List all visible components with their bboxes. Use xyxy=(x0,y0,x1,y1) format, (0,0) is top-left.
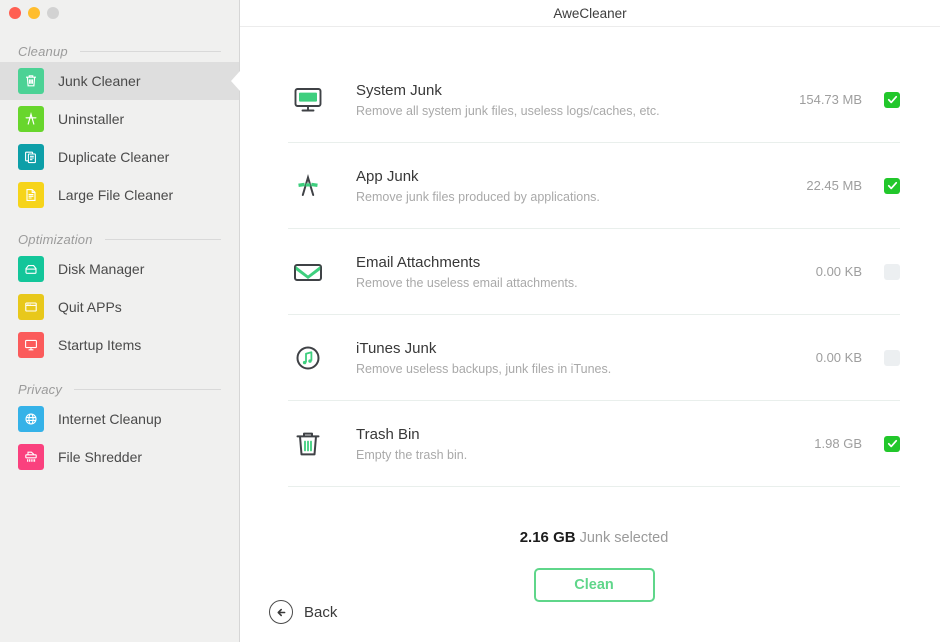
sidebar-item-label: Duplicate Cleaner xyxy=(58,149,170,165)
sidebar-item-uninstaller[interactable]: Uninstaller xyxy=(0,100,239,138)
section-label: Cleanup xyxy=(18,43,68,59)
sidebar-item-internet-cleanup[interactable]: Internet Cleanup xyxy=(0,400,239,438)
trash-icon xyxy=(18,68,44,94)
row-checkbox[interactable] xyxy=(884,91,900,108)
zoom-button[interactable] xyxy=(47,7,59,19)
table-row[interactable]: Trash Bin Empty the trash bin. 1.98 GB xyxy=(288,401,900,487)
row-title: Email Attachments xyxy=(356,253,481,271)
table-row[interactable]: System Junk Remove all system junk files… xyxy=(288,57,900,143)
divider xyxy=(104,238,221,240)
envelope-icon xyxy=(288,255,328,289)
table-row[interactable]: iTunes Junk Remove useless backups, junk… xyxy=(288,315,900,401)
row-text: Trash Bin Empty the trash bin. xyxy=(356,426,814,462)
arrow-left-icon xyxy=(269,600,293,624)
window-icon xyxy=(18,294,44,320)
sidebar-item-large-file-cleaner[interactable]: Large File Cleaner xyxy=(0,176,239,214)
row-description: Remove junk files produced by applicatio… xyxy=(356,189,600,204)
sidebar-item-label: Junk Cleaner xyxy=(58,73,141,89)
app-title: AweCleaner xyxy=(553,5,627,21)
sidebar-item-disk-manager[interactable]: Disk Manager xyxy=(0,250,239,288)
sidebar-item-label: File Shredder xyxy=(58,449,143,465)
summary-amount: 2.16 GB xyxy=(519,529,576,546)
sidebar-item-label: Internet Cleanup xyxy=(58,411,162,427)
row-size: 154.73 MB xyxy=(799,92,862,107)
divider xyxy=(74,388,221,390)
row-description: Remove all system junk files, useless lo… xyxy=(356,103,660,118)
clean-button-wrap: Clean xyxy=(288,568,900,602)
back-label: Back xyxy=(304,603,338,621)
row-size: 0.00 KB xyxy=(815,350,862,365)
sidebar-item-label: Large File Cleaner xyxy=(58,187,174,203)
sidebar-section-optimization: Optimization xyxy=(18,228,221,250)
minimize-button[interactable] xyxy=(28,7,40,19)
row-checkbox[interactable] xyxy=(884,263,900,280)
junk-list: System Junk Remove all system junk files… xyxy=(240,27,940,602)
clean-button[interactable]: Clean xyxy=(533,568,655,602)
music-note-circle-icon xyxy=(288,341,328,375)
divider xyxy=(79,50,221,52)
row-title: Trash Bin xyxy=(356,425,420,443)
documents-icon xyxy=(18,144,44,170)
row-size: 22.45 MB xyxy=(806,178,862,193)
sidebar-section-cleanup: Cleanup xyxy=(18,40,221,62)
app-store-brushes-icon xyxy=(288,169,328,203)
traffic-lights xyxy=(9,7,59,19)
sidebar-item-junk-cleaner[interactable]: Junk Cleaner xyxy=(0,62,240,100)
row-title: iTunes Junk xyxy=(356,339,437,357)
section-label: Privacy xyxy=(18,381,63,397)
row-size: 1.98 GB xyxy=(814,436,862,451)
row-checkbox[interactable] xyxy=(884,435,900,452)
row-size: 0.00 KB xyxy=(815,264,862,279)
trash-bin-icon xyxy=(288,427,328,461)
row-description: Empty the trash bin. xyxy=(356,447,468,462)
row-text: System Junk Remove all system junk files… xyxy=(356,82,799,118)
row-checkbox[interactable] xyxy=(884,177,900,194)
file-icon xyxy=(18,182,44,208)
sidebar-item-file-shredder[interactable]: File Shredder xyxy=(0,438,239,476)
summary-text: Junk selected xyxy=(575,530,669,546)
sidebar-item-quit-apps[interactable]: Quit APPs xyxy=(0,288,239,326)
row-description: Remove the useless email attachments. xyxy=(356,275,578,290)
app-store-icon xyxy=(18,106,44,132)
sidebar-item-label: Startup Items xyxy=(58,337,142,353)
sidebar-item-label: Uninstaller xyxy=(58,111,125,127)
row-title: System Junk xyxy=(356,81,442,99)
sidebar: Cleanup Junk Cleaner Uninstaller Duplica… xyxy=(0,0,240,642)
junk-summary: 2.16 GB Junk selected xyxy=(288,529,900,546)
active-indicator xyxy=(231,71,240,91)
monitor-screen-icon xyxy=(288,83,328,117)
disk-icon xyxy=(18,256,44,282)
sidebar-item-startup-items[interactable]: Startup Items xyxy=(0,326,239,364)
sidebar-item-label: Quit APPs xyxy=(58,299,122,315)
row-text: iTunes Junk Remove useless backups, junk… xyxy=(356,340,816,376)
table-row[interactable]: App Junk Remove junk files produced by a… xyxy=(288,143,900,229)
section-label: Optimization xyxy=(18,231,93,247)
shredder-icon xyxy=(18,444,44,470)
globe-icon xyxy=(18,406,44,432)
titlebar: AweCleaner xyxy=(240,0,940,27)
sidebar-item-label: Disk Manager xyxy=(58,261,145,277)
monitor-icon xyxy=(18,332,44,358)
row-text: Email Attachments Remove the useless ema… xyxy=(356,254,816,290)
row-checkbox[interactable] xyxy=(884,349,900,366)
main-content: AweCleaner System Junk Remove all system… xyxy=(240,0,940,642)
sidebar-section-privacy: Privacy xyxy=(18,378,221,400)
table-row[interactable]: Email Attachments Remove the useless ema… xyxy=(288,229,900,315)
app-window: Cleanup Junk Cleaner Uninstaller Duplica… xyxy=(0,0,940,642)
sidebar-item-duplicate-cleaner[interactable]: Duplicate Cleaner xyxy=(0,138,239,176)
row-description: Remove useless backups, junk files in iT… xyxy=(356,361,612,376)
back-button[interactable]: Back xyxy=(269,600,337,624)
row-title: App Junk xyxy=(356,167,419,185)
row-text: App Junk Remove junk files produced by a… xyxy=(356,168,806,204)
close-button[interactable] xyxy=(9,7,21,19)
